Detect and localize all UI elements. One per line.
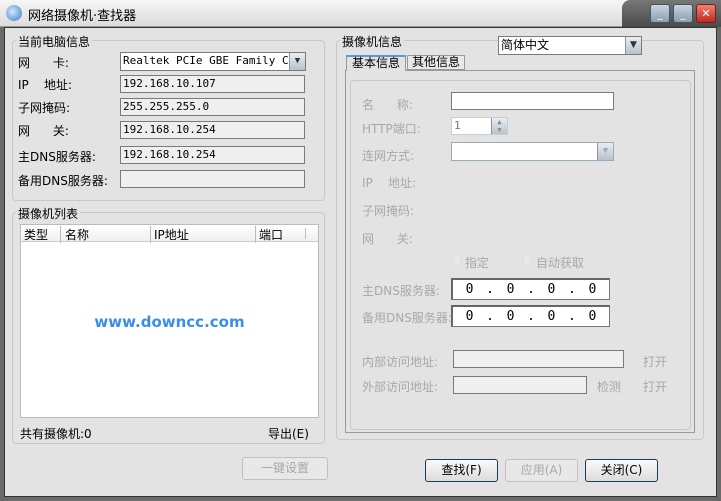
ip-octet[interactable]: 0: [453, 309, 486, 324]
gateway-label: 网 关:: [18, 124, 69, 138]
dns1-ip-input[interactable]: 0.0.0.0: [451, 278, 610, 300]
column-ip[interactable]: IP地址: [150, 226, 189, 243]
dns1-label: 主DNS服务器:: [18, 150, 96, 164]
inner-address-label: 内部访问地址:: [362, 355, 439, 369]
cam-name-label: 名 称:: [362, 98, 413, 112]
minimize-button[interactable]: _: [650, 4, 670, 23]
watermark: www.downcc.com: [94, 313, 245, 331]
nic-select[interactable]: Realtek PCIe GBE Family Con ▼: [120, 52, 306, 71]
language-value: 简体中文: [501, 38, 550, 52]
export-button[interactable]: 导出(E): [268, 425, 309, 442]
close-button[interactable]: 关闭(C): [585, 459, 658, 482]
inner-open-link[interactable]: 打开: [643, 353, 667, 370]
ip-octet[interactable]: 0: [535, 282, 568, 297]
one-key-setup-button[interactable]: 一键设置: [242, 457, 328, 480]
cam-name-input[interactable]: [451, 92, 614, 110]
camera-list[interactable]: 类型 名称 IP地址 端口 www.downcc.com: [20, 224, 319, 418]
radio-auto-label: 自动获取: [536, 256, 585, 270]
close-window-button[interactable]: ✕: [696, 4, 716, 23]
connection-type-label: 连网方式:: [362, 149, 415, 163]
chevron-down-icon[interactable]: ▼: [597, 143, 613, 160]
dns2-ip-input[interactable]: 0.0.0.0: [451, 305, 610, 327]
app-icon: [6, 5, 22, 21]
mask-field[interactable]: 255.255.255.0: [120, 98, 305, 116]
ip-label: IP 地址:: [18, 78, 73, 92]
dns2-label: 备用DNS服务器:: [18, 174, 108, 188]
find-button[interactable]: 查找(F): [425, 459, 498, 482]
column-port[interactable]: 端口: [255, 226, 283, 243]
dns1-field[interactable]: 192.168.10.254: [120, 146, 305, 164]
window-title: 网络摄像机·查找器: [28, 9, 137, 24]
column-type[interactable]: 类型: [24, 226, 48, 243]
connection-type-select[interactable]: ▼: [451, 142, 614, 161]
radio-manual-label: 指定: [465, 256, 490, 270]
title-bar: 网络摄像机·查找器 _ _ ✕: [0, 0, 721, 27]
camera-list-title: 摄像机列表: [16, 205, 81, 222]
ip-octet[interactable]: 0: [576, 282, 609, 297]
restore-button[interactable]: _: [673, 4, 693, 23]
chevron-down-icon[interactable]: ▼: [625, 37, 641, 54]
ip-octet[interactable]: 0: [453, 282, 486, 297]
nic-label: 网 卡:: [18, 56, 69, 70]
outer-check-link[interactable]: 检测: [597, 378, 621, 395]
apply-button[interactable]: 应用(A): [505, 459, 578, 482]
chevron-down-icon[interactable]: ▼: [289, 53, 305, 70]
outer-open-link[interactable]: 打开: [643, 378, 667, 395]
camera-count: 共有摄像机:0: [20, 427, 92, 441]
column-name[interactable]: 名称: [60, 226, 89, 243]
cam-dns2-label: 备用DNS服务器:: [362, 311, 452, 325]
language-select[interactable]: 简体中文 ▼: [498, 36, 642, 55]
http-port-value: 1: [454, 119, 461, 132]
dns2-field[interactable]: [120, 170, 305, 188]
cam-dns1-label: 主DNS服务器:: [362, 284, 440, 298]
cam-gateway-label: 网 关:: [362, 232, 413, 246]
camera-info-title: 摄像机信息: [340, 33, 405, 50]
ip-dot: .: [568, 309, 576, 324]
nic-value: Realtek PCIe GBE Family Con: [123, 54, 302, 67]
http-port-stepper[interactable]: 1 ▲ ▼: [451, 117, 508, 135]
ip-octet[interactable]: 0: [494, 309, 527, 324]
mask-label: 子网掩码:: [18, 101, 71, 115]
ip-octet[interactable]: 0: [576, 309, 609, 324]
ip-octet[interactable]: 0: [535, 309, 568, 324]
gateway-field[interactable]: 192.168.10.254: [120, 121, 305, 139]
http-port-label: HTTP端口:: [362, 122, 421, 136]
cam-ip-label: IP 地址:: [362, 176, 417, 190]
outer-address-field[interactable]: [453, 376, 587, 394]
ip-field[interactable]: 192.168.10.107: [120, 75, 305, 93]
inner-address-field[interactable]: [453, 350, 624, 368]
spinner-icon[interactable]: ▲ ▼: [491, 118, 507, 134]
tab-other-info[interactable]: 其他信息: [407, 55, 465, 70]
outer-address-label: 外部访问地址:: [362, 380, 439, 394]
tab-basic-info[interactable]: 基本信息: [346, 55, 406, 71]
ip-dot: .: [486, 309, 494, 324]
ip-dot: .: [568, 282, 576, 297]
ip-dot: .: [527, 282, 535, 297]
column-divider: [305, 228, 306, 239]
ip-dot: .: [527, 309, 535, 324]
radio-manual[interactable]: [451, 255, 462, 266]
pc-info-title: 当前电脑信息: [16, 33, 93, 50]
radio-auto[interactable]: [522, 255, 533, 266]
cam-mask-label: 子网掩码:: [362, 204, 415, 218]
ip-octet[interactable]: 0: [494, 282, 527, 297]
ip-dot: .: [486, 282, 494, 297]
list-header: 类型 名称 IP地址 端口: [21, 225, 318, 243]
